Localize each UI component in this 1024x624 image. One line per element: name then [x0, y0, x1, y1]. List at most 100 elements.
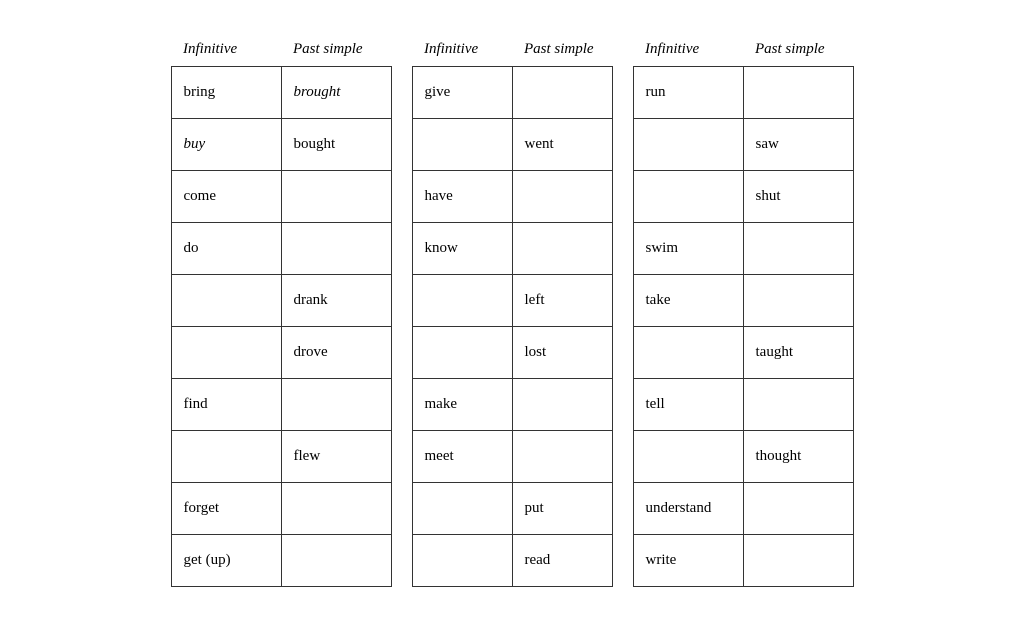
table-row: tell [633, 379, 853, 431]
past-simple-cell [743, 379, 853, 431]
infinitive-cell: make [412, 379, 512, 431]
table-row: meet [412, 431, 612, 483]
infinitive-cell [412, 119, 512, 171]
table-row: know [412, 223, 612, 275]
table-row: come [171, 171, 391, 223]
past-simple-cell: brought [281, 67, 391, 119]
past-simple-cell [281, 171, 391, 223]
table-row: give [412, 67, 612, 119]
table-row: flew [171, 431, 391, 483]
table-row: lost [412, 327, 612, 379]
infinitive-cell: forget [171, 483, 281, 535]
infinitive-cell: tell [633, 379, 743, 431]
infinitive-cell: come [171, 171, 281, 223]
infinitive-cell: have [412, 171, 512, 223]
table-row: shut [633, 171, 853, 223]
past-simple-cell: went [512, 119, 612, 171]
header-infinitive-1: Infinitive [171, 37, 281, 67]
past-simple-cell [512, 171, 612, 223]
table-row: forget [171, 483, 391, 535]
past-simple-cell [281, 379, 391, 431]
past-simple-cell: taught [743, 327, 853, 379]
past-simple-cell [743, 535, 853, 587]
past-simple-cell: left [512, 275, 612, 327]
table-row: drank [171, 275, 391, 327]
past-simple-cell [743, 275, 853, 327]
tables-wrapper: Infinitive Past simple bringbroughtbuybo… [30, 37, 994, 587]
past-simple-cell [281, 483, 391, 535]
table-row: put [412, 483, 612, 535]
past-simple-cell: shut [743, 171, 853, 223]
table-row: thought [633, 431, 853, 483]
verb-table-2: Infinitive Past simple givewenthaveknowl… [412, 37, 613, 587]
header-past-3: Past simple [743, 37, 853, 67]
table-row: left [412, 275, 612, 327]
table-row: run [633, 67, 853, 119]
header-infinitive-2: Infinitive [412, 37, 512, 67]
past-simple-cell: lost [512, 327, 612, 379]
infinitive-cell [412, 483, 512, 535]
infinitive-cell [171, 327, 281, 379]
infinitive-cell [633, 171, 743, 223]
header-past-1: Past simple [281, 37, 391, 67]
past-simple-cell [512, 223, 612, 275]
table-row: have [412, 171, 612, 223]
table-row: swim [633, 223, 853, 275]
past-simple-cell [743, 483, 853, 535]
table-row: saw [633, 119, 853, 171]
infinitive-cell [171, 275, 281, 327]
infinitive-cell: find [171, 379, 281, 431]
infinitive-cell: meet [412, 431, 512, 483]
infinitive-cell [171, 431, 281, 483]
infinitive-cell: bring [171, 67, 281, 119]
infinitive-cell [633, 431, 743, 483]
table-row: take [633, 275, 853, 327]
table-row: write [633, 535, 853, 587]
past-simple-cell [281, 223, 391, 275]
infinitive-cell [412, 327, 512, 379]
past-simple-cell [281, 535, 391, 587]
table-row: taught [633, 327, 853, 379]
infinitive-cell: do [171, 223, 281, 275]
header-past-2: Past simple [512, 37, 612, 67]
infinitive-cell: get (up) [171, 535, 281, 587]
past-simple-cell: put [512, 483, 612, 535]
table-row: drove [171, 327, 391, 379]
past-simple-cell: flew [281, 431, 391, 483]
table-row: do [171, 223, 391, 275]
past-simple-cell: bought [281, 119, 391, 171]
table-row: get (up) [171, 535, 391, 587]
past-simple-cell: drank [281, 275, 391, 327]
table-row: went [412, 119, 612, 171]
infinitive-cell: buy [171, 119, 281, 171]
past-simple-cell: thought [743, 431, 853, 483]
table-row: read [412, 535, 612, 587]
infinitive-cell: run [633, 67, 743, 119]
infinitive-cell: take [633, 275, 743, 327]
past-simple-cell: saw [743, 119, 853, 171]
infinitive-cell: understand [633, 483, 743, 535]
table-row: make [412, 379, 612, 431]
table-row: bringbrought [171, 67, 391, 119]
verb-table-1: Infinitive Past simple bringbroughtbuybo… [171, 37, 392, 587]
table-row: buybought [171, 119, 391, 171]
past-simple-cell [512, 431, 612, 483]
past-simple-cell [512, 67, 612, 119]
infinitive-cell [633, 119, 743, 171]
table-row: find [171, 379, 391, 431]
table-row: understand [633, 483, 853, 535]
past-simple-cell: drove [281, 327, 391, 379]
infinitive-cell: write [633, 535, 743, 587]
infinitive-cell: give [412, 67, 512, 119]
infinitive-cell: swim [633, 223, 743, 275]
infinitive-cell [633, 327, 743, 379]
past-simple-cell [512, 379, 612, 431]
infinitive-cell: know [412, 223, 512, 275]
header-infinitive-3: Infinitive [633, 37, 743, 67]
past-simple-cell [743, 67, 853, 119]
verb-table-3: Infinitive Past simple runsawshutswimtak… [633, 37, 854, 587]
past-simple-cell [743, 223, 853, 275]
infinitive-cell [412, 535, 512, 587]
page-container: Infinitive Past simple bringbroughtbuybo… [0, 17, 1024, 607]
past-simple-cell: read [512, 535, 612, 587]
